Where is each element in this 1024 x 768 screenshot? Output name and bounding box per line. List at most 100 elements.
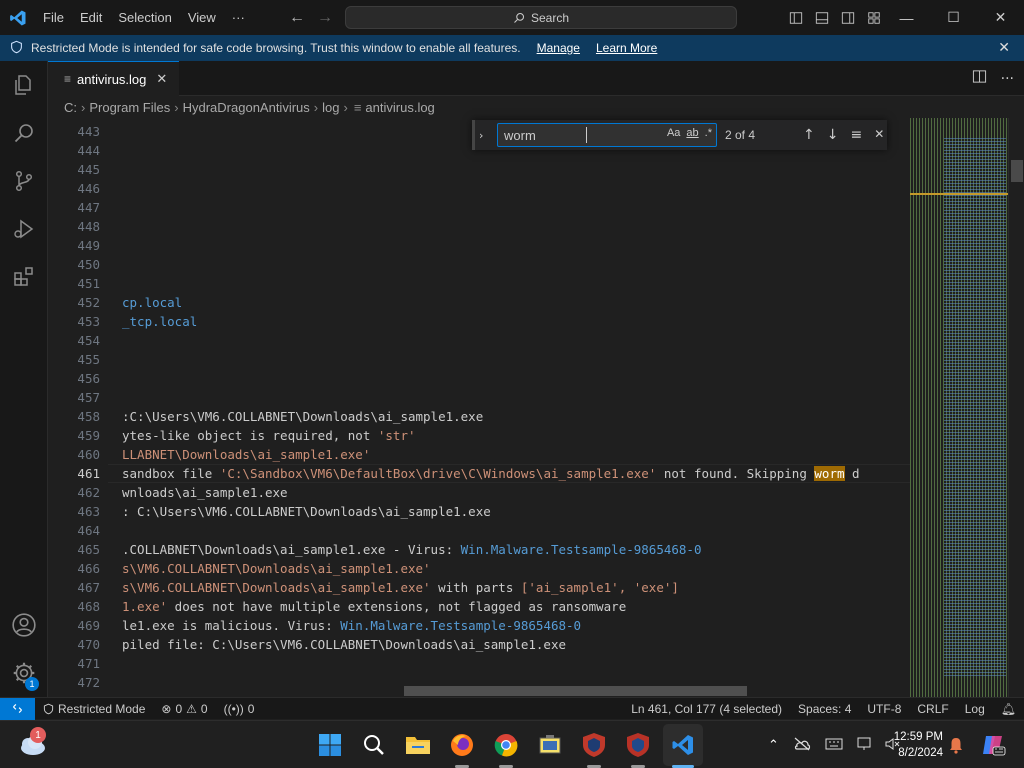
- breadcrumb-drive[interactable]: C:: [64, 100, 77, 115]
- toggle-panel-icon[interactable]: [812, 8, 832, 28]
- command-center-search[interactable]: Search: [345, 6, 737, 29]
- scrollbar-thumb[interactable]: [1011, 160, 1023, 182]
- extensions-icon[interactable]: [0, 253, 48, 301]
- menu-view[interactable]: View: [180, 0, 224, 35]
- remote-indicator-icon[interactable]: [0, 697, 35, 720]
- go-back-icon[interactable]: ←: [288, 9, 306, 27]
- encoding-status[interactable]: UTF-8: [859, 702, 909, 716]
- firefox-icon[interactable]: [446, 729, 478, 761]
- network-monitor-icon[interactable]: [534, 729, 566, 761]
- line-number: 443: [77, 124, 100, 139]
- close-tab-icon[interactable]: ✕: [156, 71, 167, 87]
- warning-icon: ⚠: [186, 701, 197, 716]
- find-input[interactable]: worm Aa ab .*: [497, 123, 717, 147]
- error-icon: ⊗: [161, 701, 172, 716]
- taskbar-search-icon[interactable]: [358, 729, 390, 761]
- windows-start-icon[interactable]: [314, 729, 346, 761]
- next-match-arrow-down-icon[interactable]: ↓: [827, 127, 839, 143]
- notifications-bell-icon[interactable]: 🔔︎: [993, 702, 1024, 716]
- hydradragon-antivirus-icon-2[interactable]: [622, 729, 654, 761]
- go-forward-icon[interactable]: →: [316, 9, 334, 27]
- weather-badge: 1: [30, 727, 46, 743]
- line-number: 468: [77, 599, 100, 614]
- eol-status[interactable]: CRLF: [909, 702, 956, 716]
- find-in-selection-icon[interactable]: ≡: [850, 127, 862, 143]
- line-number: 444: [77, 143, 100, 158]
- editor-tabs: ≡ antivirus.log ✕ ···: [48, 61, 1024, 96]
- close-icon[interactable]: ✕: [998, 39, 1010, 56]
- restricted-mode-status[interactable]: Restricted Mode: [35, 702, 153, 716]
- menu-edit[interactable]: Edit: [72, 0, 110, 35]
- line-number: 451: [77, 276, 100, 291]
- code-line-463: : C:\Users\VM6.COLLABNET\Downloads\ai_sa…: [122, 504, 491, 519]
- match-case-toggle[interactable]: Aa: [667, 127, 680, 139]
- indentation-status[interactable]: Spaces: 4: [790, 702, 859, 716]
- copilot-preview-icon[interactable]: [978, 729, 1008, 761]
- explorer-icon[interactable]: [0, 61, 48, 109]
- language-mode[interactable]: Log: [957, 702, 993, 716]
- horizontal-scrollbar-thumb[interactable]: [404, 686, 747, 696]
- toggle-secondary-sidebar-icon[interactable]: [838, 8, 858, 28]
- accounts-icon[interactable]: [0, 601, 48, 649]
- problems-status[interactable]: ⊗ 0 ⚠ 0: [153, 702, 215, 716]
- line-number: 449: [77, 238, 100, 253]
- weather-cloud-icon[interactable]: 1: [16, 727, 48, 761]
- run-debug-icon[interactable]: [0, 205, 48, 253]
- file-explorer-icon[interactable]: [402, 729, 434, 761]
- split-editor-icon[interactable]: [972, 69, 987, 88]
- taskbar-clock[interactable]: 12:59 PM 8/2/2024: [883, 729, 943, 761]
- code-line-458: :C:\Users\VM6.COLLABNET\Downloads\ai_sam…: [122, 409, 484, 424]
- line-number-active: 461: [77, 466, 100, 481]
- customize-layout-icon[interactable]: [864, 8, 884, 28]
- breadcrumb-program-files[interactable]: Program Files: [89, 100, 170, 115]
- line-number-gutter: 443 444 445 446 447 448 449 450 451 452 …: [48, 118, 108, 697]
- minimap[interactable]: [910, 118, 1008, 697]
- regex-toggle[interactable]: .*: [705, 127, 712, 139]
- tab-antivirus-log[interactable]: ≡ antivirus.log ✕: [48, 61, 179, 96]
- breadcrumb-file[interactable]: antivirus.log: [365, 100, 434, 115]
- chrome-icon[interactable]: [490, 729, 522, 761]
- command-center-label: Search: [530, 10, 570, 25]
- restricted-mode-label: Restricted Mode: [58, 701, 146, 716]
- maximize-button[interactable]: ☐: [930, 0, 977, 35]
- notification-bell-icon[interactable]: [946, 729, 966, 761]
- onedrive-cloud-icon[interactable]: [793, 736, 811, 755]
- hydradragon-antivirus-icon[interactable]: [578, 729, 610, 761]
- vscode-taskbar-icon[interactable]: [667, 729, 699, 761]
- search-view-icon[interactable]: [0, 109, 48, 157]
- line-number: 463: [77, 504, 100, 519]
- vertical-scrollbar[interactable]: [1008, 118, 1024, 697]
- breadcrumb-log-folder[interactable]: log: [322, 100, 339, 115]
- line-number: 462: [77, 485, 100, 500]
- network-ethernet-icon[interactable]: [857, 736, 871, 755]
- keyboard-layout-icon[interactable]: [825, 736, 843, 755]
- ports-status[interactable]: ((•)) 0: [216, 702, 263, 716]
- whole-word-toggle[interactable]: ab: [686, 127, 698, 139]
- cursor-position[interactable]: Ln 461, Col 177 (4 selected): [623, 702, 790, 716]
- code-text: d: [844, 466, 860, 481]
- line-number: 454: [77, 333, 100, 348]
- menu-file[interactable]: File: [35, 0, 72, 35]
- show-hidden-icons-chevron-icon[interactable]: ⌃: [768, 738, 779, 753]
- toggle-primary-sidebar-icon[interactable]: [786, 8, 806, 28]
- breadcrumb-hydradragon[interactable]: HydraDragonAntivirus: [183, 100, 310, 115]
- minimize-button[interactable]: —: [883, 0, 930, 35]
- manage-link[interactable]: Manage: [537, 41, 580, 55]
- previous-match-arrow-up-icon[interactable]: ↑: [803, 127, 815, 143]
- close-window-button[interactable]: ✕: [977, 0, 1024, 35]
- close-find-icon[interactable]: ✕: [874, 127, 884, 143]
- learn-more-link[interactable]: Learn More: [596, 41, 657, 55]
- line-number: 469: [77, 618, 100, 633]
- menu-more[interactable]: ···: [224, 0, 253, 35]
- manage-gear-icon[interactable]: 1: [0, 649, 48, 697]
- more-actions-icon[interactable]: ···: [1001, 71, 1014, 87]
- source-control-icon[interactable]: [0, 157, 48, 205]
- menu-selection[interactable]: Selection: [110, 0, 179, 35]
- toggle-replace-chevron-icon[interactable]: ›: [479, 129, 497, 142]
- ports-count: 0: [247, 701, 255, 716]
- code-line-466: s\VM6.COLLABNET\Downloads\ai_sample1.exe…: [122, 561, 431, 576]
- code-editor[interactable]: 443 444 445 446 447 448 449 450 451 452 …: [48, 118, 910, 697]
- update-badge: 1: [25, 677, 39, 691]
- line-number: 464: [77, 523, 100, 538]
- code-lines: cp.local _tcp.local :C:\Users\VM6.COLLAB…: [122, 118, 910, 697]
